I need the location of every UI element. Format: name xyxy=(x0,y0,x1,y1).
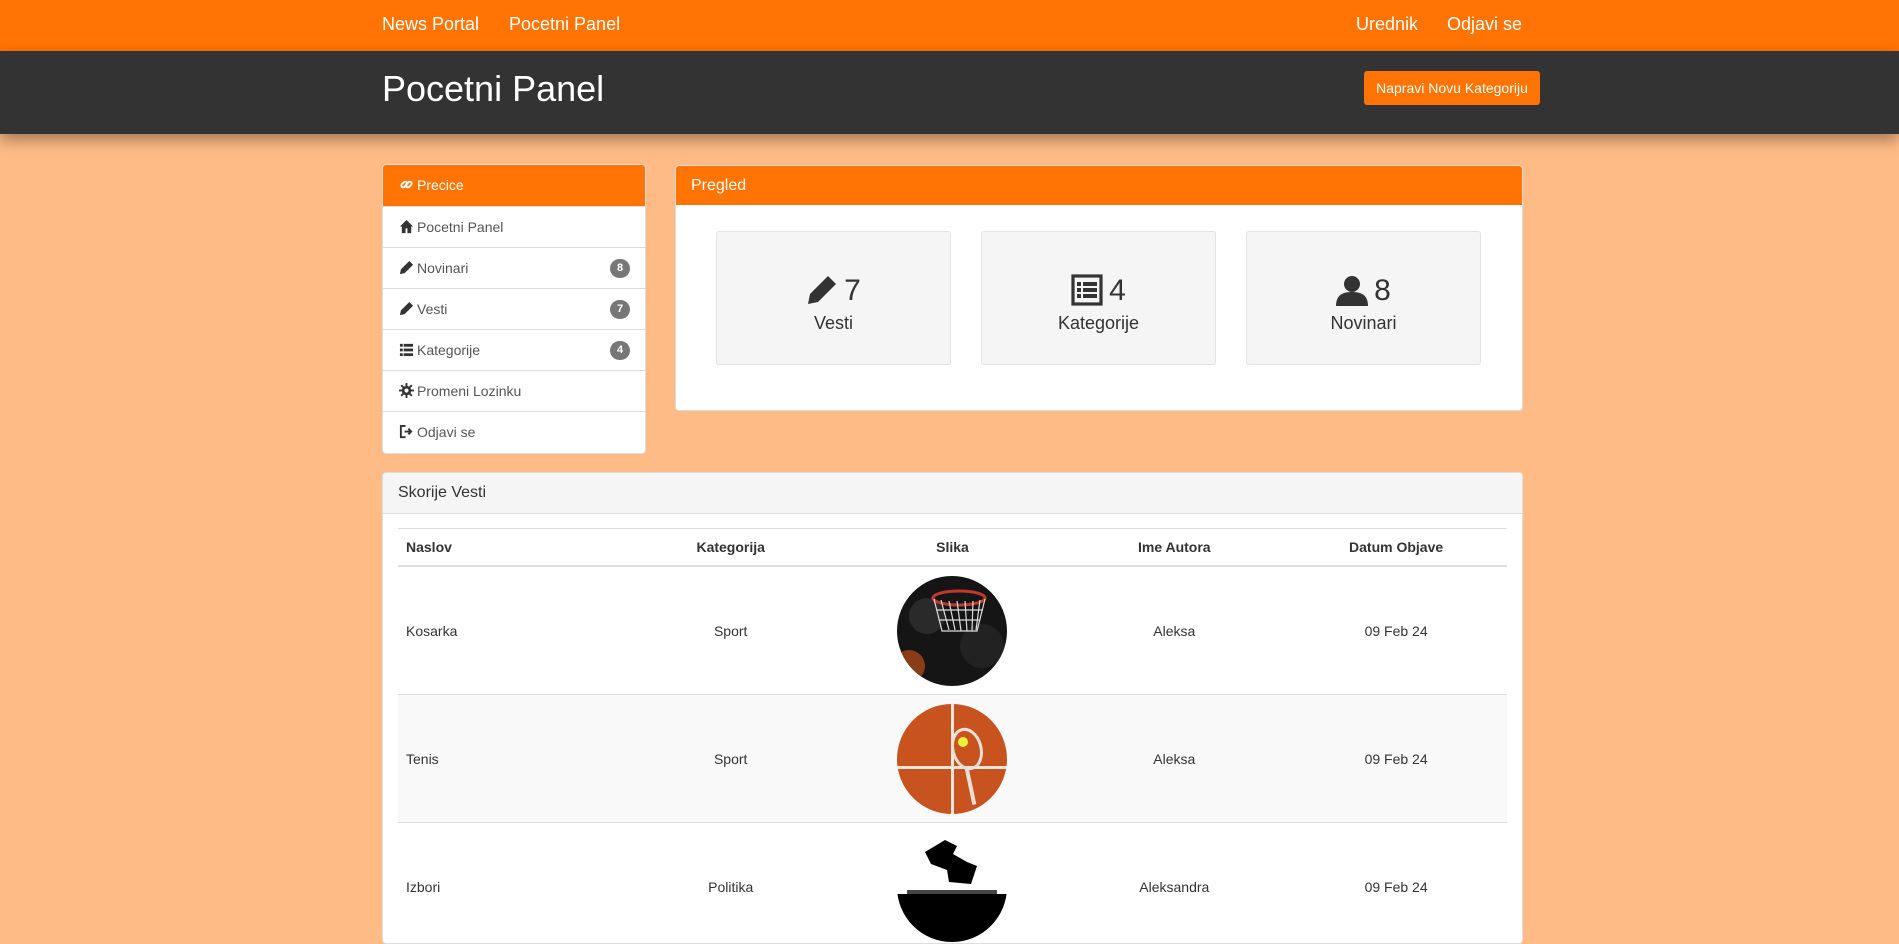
stat-value: 7 xyxy=(844,276,861,306)
sidebar-item-home[interactable]: Pocetni Panel xyxy=(383,206,645,247)
sidebar-item-vesti[interactable]: Vesti 7 xyxy=(383,288,645,329)
stat-card-kategorije: 4 Kategorije xyxy=(981,231,1216,365)
recent-news-title: Skorije Vesti xyxy=(383,473,1522,514)
link-icon xyxy=(399,177,414,192)
stat-value: 8 xyxy=(1374,276,1391,306)
news-image-cell xyxy=(842,823,1064,944)
news-image-cell xyxy=(842,695,1064,823)
news-category-cell: Sport xyxy=(620,566,842,695)
nav-logout-link[interactable]: Odjavi se xyxy=(1447,14,1522,35)
news-category-cell: Politika xyxy=(620,823,842,944)
sidebar-title: Precice xyxy=(417,177,464,193)
sidebar-item-logout[interactable]: Odjavi se xyxy=(383,411,645,452)
stat-card-vesti: 7 Vesti xyxy=(716,231,951,365)
sidebar-item-label: Pocetni Panel xyxy=(417,219,503,235)
count-badge: 4 xyxy=(610,341,630,360)
table-header-row: Naslov Kategorija Slika Ime Autora Datum… xyxy=(398,529,1507,567)
stat-label: Vesti xyxy=(717,313,950,334)
sidebar-item-kategorije[interactable]: Kategorije 4 xyxy=(383,329,645,370)
table-row[interactable]: Izbori Politika Aleksandra 09 Feb 24 xyxy=(398,823,1507,944)
page-header: Pocetni Panel Napravi Novu Kategoriju xyxy=(0,51,1899,134)
stat-label: Novinari xyxy=(1247,313,1480,334)
sidebar-item-change-password[interactable]: Promeni Lozinku xyxy=(383,370,645,411)
top-navbar: News Portal Pocetni Panel Urednik Odjavi… xyxy=(0,0,1899,51)
list-icon xyxy=(399,342,414,357)
sidebar-item-label: Odjavi se xyxy=(417,424,475,440)
page-title: Pocetni Panel xyxy=(382,68,604,110)
sidebar-panel: Precice Pocetni Panel Novinari 8 Vesti 7… xyxy=(382,164,646,454)
news-title-cell: Kosarka xyxy=(398,566,620,695)
stat-card-novinari: 8 Novinari xyxy=(1246,231,1481,365)
sidebar-header: Precice xyxy=(383,165,645,206)
news-date-cell: 09 Feb 24 xyxy=(1285,695,1507,823)
gear-icon xyxy=(399,383,414,398)
sidebar-item-label: Promeni Lozinku xyxy=(417,383,521,399)
news-table: Naslov Kategorija Slika Ime Autora Datum… xyxy=(398,528,1507,944)
stat-value: 4 xyxy=(1109,276,1126,306)
user-icon xyxy=(1336,274,1368,306)
column-header: Kategorija xyxy=(620,529,842,567)
news-author-cell: Aleksa xyxy=(1063,566,1285,695)
news-author-cell: Aleksandra xyxy=(1063,823,1285,944)
count-badge: 7 xyxy=(610,300,630,319)
sidebar-item-label: Vesti xyxy=(417,301,447,317)
overview-title: Pregled xyxy=(676,166,1522,205)
news-date-cell: 09 Feb 24 xyxy=(1285,566,1507,695)
basketball-image xyxy=(897,576,1007,686)
count-badge: 8 xyxy=(610,259,630,278)
column-header: Datum Objave xyxy=(1285,529,1507,567)
table-row[interactable]: Kosarka Sport xyxy=(398,566,1507,695)
home-icon xyxy=(399,219,414,234)
logout-icon xyxy=(399,424,414,439)
news-title-cell: Izbori xyxy=(398,823,620,944)
table-row[interactable]: Tenis Sport Aleksa 09 Feb 24 xyxy=(398,695,1507,823)
column-header: Ime Autora xyxy=(1063,529,1285,567)
news-image-cell xyxy=(842,566,1064,695)
news-date-cell: 09 Feb 24 xyxy=(1285,823,1507,944)
sidebar-item-label: Novinari xyxy=(417,260,468,276)
nav-home-link[interactable]: Pocetni Panel xyxy=(509,14,620,35)
column-header: Naslov xyxy=(398,529,620,567)
pencil-icon xyxy=(806,274,838,306)
nav-user-link[interactable]: Urednik xyxy=(1356,14,1418,35)
overview-panel: Pregled 7 Vesti 4 Kategorije 8 Novinari xyxy=(675,165,1523,411)
news-category-cell: Sport xyxy=(620,695,842,823)
stat-label: Kategorije xyxy=(982,313,1215,334)
news-author-cell: Aleksa xyxy=(1063,695,1285,823)
column-header: Slika xyxy=(842,529,1064,567)
brand-link[interactable]: News Portal xyxy=(382,14,479,35)
tennis-image xyxy=(897,704,1007,814)
pencil-icon xyxy=(399,301,414,316)
sidebar-item-novinari[interactable]: Novinari 8 xyxy=(383,247,645,288)
recent-news-panel: Skorije Vesti Naslov Kategorija Slika Im… xyxy=(382,472,1523,944)
ballot-image xyxy=(897,832,1007,942)
pencil-icon xyxy=(399,260,414,275)
sidebar-item-label: Kategorije xyxy=(417,342,480,358)
new-category-button[interactable]: Napravi Novu Kategoriju xyxy=(1364,71,1540,105)
news-title-cell: Tenis xyxy=(398,695,620,823)
list-icon xyxy=(1071,274,1103,306)
